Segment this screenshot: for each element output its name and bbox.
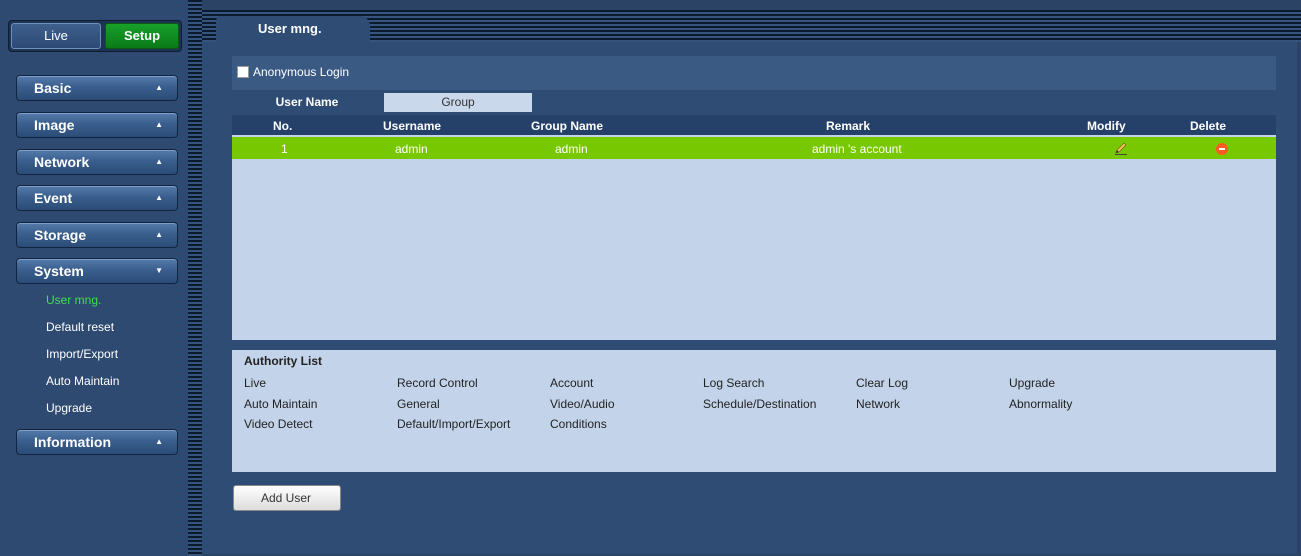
authority-item: Network: [856, 397, 901, 411]
anonymous-login-bar: [232, 56, 1276, 90]
anonymous-login-checkbox[interactable]: [237, 66, 249, 78]
remove-circle-icon[interactable]: [1216, 143, 1228, 155]
sidebar-item-user-mng[interactable]: User mng.: [46, 293, 101, 307]
menu-image[interactable]: Image ▲: [16, 112, 178, 138]
expand-up-icon: ▲: [155, 120, 163, 129]
authority-item: Video Detect: [244, 417, 313, 431]
collapse-down-icon: ▼: [155, 266, 163, 275]
menu-network[interactable]: Network ▲: [16, 149, 178, 175]
menu-basic-label: Basic: [34, 80, 72, 96]
authority-item: Live: [244, 376, 267, 390]
sidebar: Live Setup Basic ▲ Image ▲ Network ▲ Eve…: [0, 0, 188, 556]
authority-item: Clear Log: [856, 376, 909, 390]
authority-item: Upgrade: [1009, 376, 1056, 390]
sidebar-item-auto-maintain[interactable]: Auto Maintain: [46, 374, 119, 388]
authority-item: Schedule/Destination: [703, 397, 817, 411]
menu-basic[interactable]: Basic ▲: [16, 75, 178, 101]
expand-up-icon: ▲: [155, 157, 163, 166]
live-button[interactable]: Live: [11, 23, 101, 49]
authority-list-panel: [232, 350, 1276, 472]
menu-system-label: System: [34, 263, 84, 279]
authority-item: Account: [550, 376, 594, 390]
menu-information[interactable]: Information ▲: [16, 429, 178, 455]
sidebar-item-default-reset[interactable]: Default reset: [46, 320, 114, 334]
anonymous-login-label: Anonymous Login: [253, 65, 350, 79]
cell-username: admin: [395, 142, 428, 156]
menu-event[interactable]: Event ▲: [16, 185, 178, 211]
user-table-body: [232, 135, 1276, 340]
menu-storage[interactable]: Storage ▲: [16, 222, 178, 248]
column-header-remark: Remark: [826, 119, 871, 133]
cell-group-name: admin: [555, 142, 588, 156]
column-header-no: No.: [273, 119, 293, 133]
cell-remark: admin 's account: [812, 142, 902, 156]
menu-system[interactable]: System ▼: [16, 258, 178, 284]
menu-storage-label: Storage: [34, 227, 87, 243]
expand-up-icon: ▲: [155, 230, 163, 239]
tab-group[interactable]: Group: [384, 93, 532, 112]
column-header-delete: Delete: [1190, 119, 1227, 133]
pencil-icon[interactable]: [1113, 140, 1129, 156]
mode-switch: Live Setup: [8, 20, 182, 52]
column-header-modify: Modify: [1087, 119, 1126, 133]
menu-image-label: Image: [34, 117, 75, 133]
expand-up-icon: ▲: [155, 193, 163, 202]
column-header-group-name: Group Name: [531, 119, 604, 133]
tab-user-mng[interactable]: User mng.: [216, 16, 370, 44]
authority-item: Record Control: [397, 376, 478, 390]
authority-item: Auto Maintain: [244, 397, 318, 411]
add-user-button[interactable]: Add User: [233, 485, 341, 511]
authority-item: Conditions: [550, 417, 607, 431]
authority-item: Abnormality: [1009, 397, 1073, 411]
authority-item: General: [397, 397, 440, 411]
setup-button[interactable]: Setup: [105, 23, 179, 49]
expand-up-icon: ▲: [155, 83, 163, 92]
cell-no: 1: [281, 142, 288, 156]
menu-information-label: Information: [34, 434, 111, 450]
sidebar-item-upgrade[interactable]: Upgrade: [46, 401, 92, 415]
authority-item: Video/Audio: [550, 397, 615, 411]
panel-divider: [188, 0, 202, 556]
tab-user-name[interactable]: User Name: [234, 93, 380, 112]
authority-item: Default/Import/Export: [397, 417, 511, 431]
sidebar-item-import-export[interactable]: Import/Export: [46, 347, 118, 361]
authority-item: Log Search: [703, 376, 765, 390]
menu-network-label: Network: [34, 154, 90, 170]
expand-up-icon: ▲: [155, 437, 163, 446]
column-header-username: Username: [383, 119, 442, 133]
authority-list-title: Authority List: [244, 354, 322, 368]
menu-event-label: Event: [34, 190, 73, 206]
